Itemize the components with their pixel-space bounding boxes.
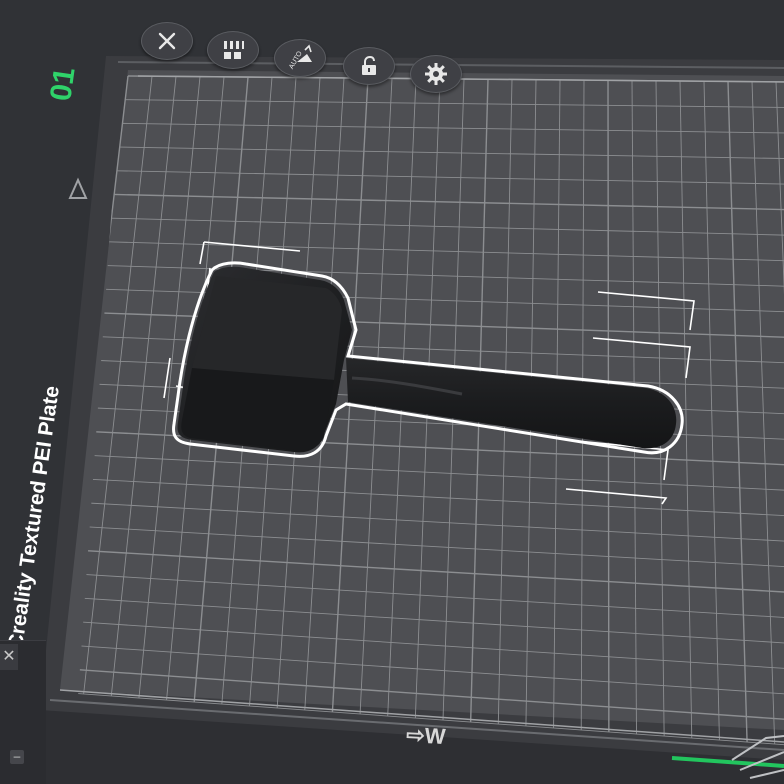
build-plate-scene[interactable]: 01 Creality Textured PEI Plate ⇨W <box>0 0 784 784</box>
gear-icon <box>425 63 447 85</box>
auto-orient-button[interactable]: AUTO <box>274 39 326 77</box>
plate-logo: ⇨W <box>406 722 447 749</box>
plate-settings-button[interactable] <box>410 55 462 93</box>
model-head-face <box>192 276 342 380</box>
side-panel-minimize-button[interactable]: – <box>10 750 24 764</box>
lock-icon <box>362 55 376 75</box>
auto-orient-icon: AUTO <box>288 44 312 70</box>
plate-number: 01 <box>44 65 81 103</box>
lock-plate-button[interactable] <box>343 47 395 85</box>
plate-notch <box>68 177 88 199</box>
arrange-icon <box>224 41 244 59</box>
side-panel-close-button[interactable]: ✕ <box>0 644 18 670</box>
model-head-bevel <box>181 368 334 451</box>
close-plate-button[interactable] <box>141 22 193 60</box>
close-icon <box>158 32 176 50</box>
viewport[interactable]: 01 Creality Textured PEI Plate ⇨W AUTO ✕… <box>0 0 784 784</box>
arrange-button[interactable] <box>207 31 259 69</box>
